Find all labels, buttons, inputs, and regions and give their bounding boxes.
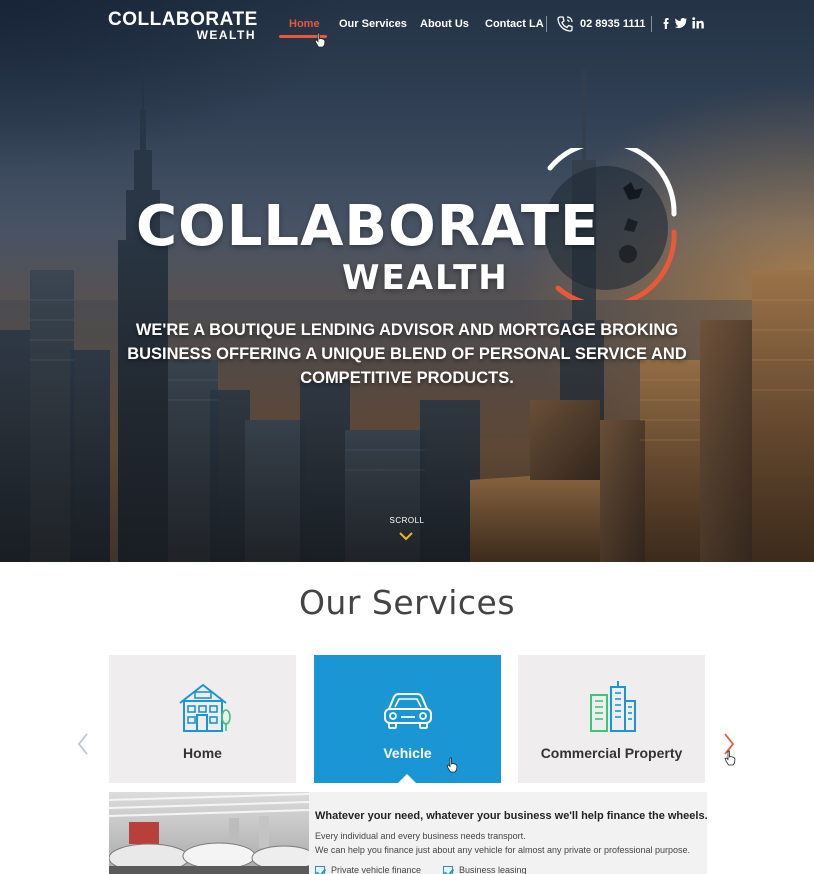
top-navigation: COLLABORATE WEALTH Home Our Services Abo… xyxy=(0,0,814,48)
checklist-item: Business leasing xyxy=(443,865,527,874)
service-detail-panel: Whatever your need, whatever your busine… xyxy=(109,792,707,874)
linkedin-icon[interactable] xyxy=(691,16,705,30)
hand-cursor-icon xyxy=(724,750,736,766)
site-logo[interactable]: COLLABORATE WEALTH xyxy=(108,9,258,43)
chevron-down-icon[interactable] xyxy=(398,530,414,542)
phone-icon[interactable] xyxy=(555,14,575,34)
hand-cursor-icon xyxy=(314,32,326,48)
logo-text-line2: WEALTH xyxy=(196,28,256,42)
checklist-item-label: Private vehicle finance xyxy=(331,865,422,874)
services-title: Our Services xyxy=(298,583,516,622)
nav-home-link[interactable]: Home xyxy=(289,18,320,30)
active-card-pointer xyxy=(397,774,417,784)
hero-logo: COLLABORATE WEALTH xyxy=(136,148,681,308)
scroll-label[interactable]: SCROLL xyxy=(380,516,434,525)
service-card-label: Vehicle xyxy=(383,745,432,761)
hero-title-line1: COLLABORATE xyxy=(136,194,600,259)
nav-divider xyxy=(546,16,547,32)
nav-about-us-link[interactable]: About Us xyxy=(420,18,469,30)
service-card-home[interactable]: Home xyxy=(109,655,296,783)
phone-number[interactable]: 02 8935 1111 xyxy=(580,18,645,30)
hero-title-line2: WEALTH xyxy=(342,258,509,298)
nav-our-services-link[interactable]: Our Services xyxy=(339,18,407,30)
chevron-left-icon[interactable] xyxy=(76,732,90,756)
service-card-vehicle[interactable]: Vehicle xyxy=(314,655,501,783)
car-showroom-photo xyxy=(109,792,309,874)
detail-line-1: Every individual and every business need… xyxy=(315,831,526,841)
service-card-label: Home xyxy=(183,745,222,761)
checklist-item: Private vehicle finance xyxy=(315,865,421,874)
detail-line-2: We can help you finance just about any v… xyxy=(315,845,691,855)
checklist-item-label: Business leasing xyxy=(459,865,527,874)
hero-tagline: WE'RE A BOUTIQUE LENDING ADVISOR AND MOR… xyxy=(127,321,687,387)
car-icon xyxy=(383,693,432,729)
hero-banner: COLLABORATE WEALTH Home Our Services Abo… xyxy=(0,0,814,562)
nav-divider xyxy=(651,16,652,32)
office-buildings-icon xyxy=(589,681,636,732)
twitter-icon[interactable] xyxy=(674,16,688,30)
hand-cursor-icon xyxy=(446,757,458,773)
service-card-commercial-property[interactable]: Commercial Property xyxy=(518,655,705,783)
detail-heading: Whatever your need, whatever your busine… xyxy=(315,810,707,822)
checkbox-icon xyxy=(315,865,325,874)
checkbox-icon xyxy=(443,865,453,874)
house-icon xyxy=(178,683,231,732)
nav-contact-link[interactable]: Contact LA xyxy=(485,18,544,30)
service-card-label: Commercial Property xyxy=(540,745,683,761)
facebook-icon[interactable] xyxy=(659,16,673,30)
